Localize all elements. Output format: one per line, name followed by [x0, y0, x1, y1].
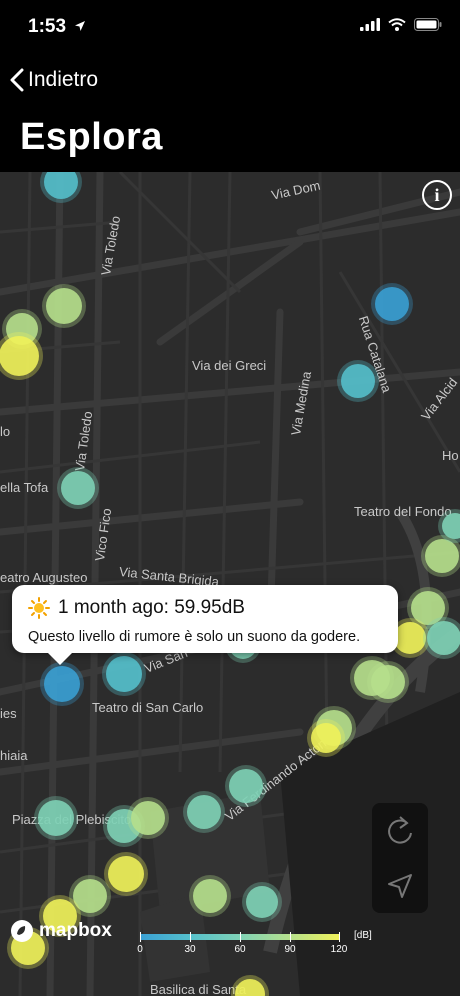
- mapbox-icon: [11, 920, 33, 942]
- map-controls: [372, 803, 428, 913]
- noise-marker[interactable]: [229, 769, 263, 803]
- noise-marker[interactable]: [106, 656, 142, 692]
- noise-marker[interactable]: [108, 856, 144, 892]
- chevron-left-icon: [10, 68, 24, 92]
- noise-marker[interactable]: [246, 886, 278, 918]
- legend-tick-label: 0: [137, 944, 143, 955]
- noise-marker[interactable]: [411, 591, 445, 625]
- street-label: Via dei Greci: [192, 358, 267, 373]
- noise-marker[interactable]: [0, 336, 39, 376]
- refresh-icon: [388, 815, 412, 844]
- legend-tick: [290, 932, 291, 942]
- mapbox-logo[interactable]: mapbox: [10, 919, 112, 943]
- legend-tick: [190, 932, 191, 942]
- street-label: ies: [0, 706, 17, 721]
- noise-marker[interactable]: [311, 723, 341, 753]
- street-label: eatro Augusteo: [0, 570, 88, 585]
- info-button[interactable]: i: [422, 180, 452, 210]
- popup-heading: 1 month ago: 59.95dB: [28, 597, 245, 619]
- battery-icon: [414, 18, 442, 31]
- mapbox-logo-text: mapbox: [39, 920, 112, 941]
- poi-label: Basilica di Santa: [150, 982, 247, 996]
- back-button[interactable]: Indietro: [10, 68, 98, 92]
- street-label: hiaia: [0, 748, 28, 763]
- street-label: ella Tofa: [0, 480, 49, 495]
- noise-marker[interactable]: [46, 288, 82, 324]
- refresh-button[interactable]: [372, 803, 428, 858]
- locate-button[interactable]: [372, 858, 428, 913]
- noise-popup[interactable]: 1 month ago: 59.95dB Questo livello di r…: [12, 585, 398, 665]
- sun-icon: [28, 597, 50, 619]
- db-legend: 0 30 60 90 120 [dB]: [137, 922, 380, 972]
- noise-marker[interactable]: [425, 539, 459, 573]
- legend-tick: [140, 932, 141, 942]
- page-title: Esplora: [20, 116, 163, 158]
- navigation-bar: Indietro Esplora: [0, 58, 460, 172]
- noise-marker[interactable]: [341, 364, 375, 398]
- noise-marker[interactable]: [44, 666, 80, 702]
- location-arrow-icon: [75, 21, 86, 31]
- noise-marker[interactable]: [193, 879, 227, 913]
- back-button-label: Indietro: [28, 68, 99, 91]
- street-label: lo: [0, 424, 11, 439]
- legend-tick-label: 120: [330, 944, 348, 955]
- noise-marker[interactable]: [61, 471, 95, 505]
- legend-tick-label: 60: [234, 944, 246, 955]
- legend-tick: [240, 932, 241, 942]
- popup-description: Questo livello di rumore è solo un suono…: [28, 629, 361, 645]
- legend-tick-label: 30: [184, 944, 196, 955]
- legend-unit: [dB]: [354, 930, 372, 941]
- status-time: 1:53: [28, 16, 86, 38]
- noise-marker[interactable]: [394, 622, 426, 654]
- noise-marker[interactable]: [375, 287, 409, 321]
- noise-marker[interactable]: [371, 665, 405, 699]
- noise-marker[interactable]: [38, 800, 74, 836]
- location-arrow-icon: [388, 873, 412, 898]
- noise-marker[interactable]: [187, 795, 221, 829]
- street-label: Teatro del Fondo: [354, 504, 452, 519]
- status-icons: [360, 18, 442, 31]
- legend-tick-label: 90: [284, 944, 296, 955]
- signal-icon: [360, 18, 380, 31]
- street-label: Ho: [442, 448, 459, 463]
- noise-marker[interactable]: [427, 621, 460, 655]
- noise-marker[interactable]: [131, 801, 165, 835]
- status-bar: 1:53: [0, 0, 460, 58]
- noise-marker[interactable]: [73, 879, 107, 913]
- legend-tick: [339, 932, 340, 942]
- poi-label: Teatro di San Carlo: [92, 700, 204, 715]
- wifi-icon: [388, 18, 406, 31]
- popup-heading-text: 1 month ago: 59.95dB: [58, 597, 245, 618]
- map-view[interactable]: Via Toledo Via Dom Via dei Greci Via Med…: [0, 172, 460, 996]
